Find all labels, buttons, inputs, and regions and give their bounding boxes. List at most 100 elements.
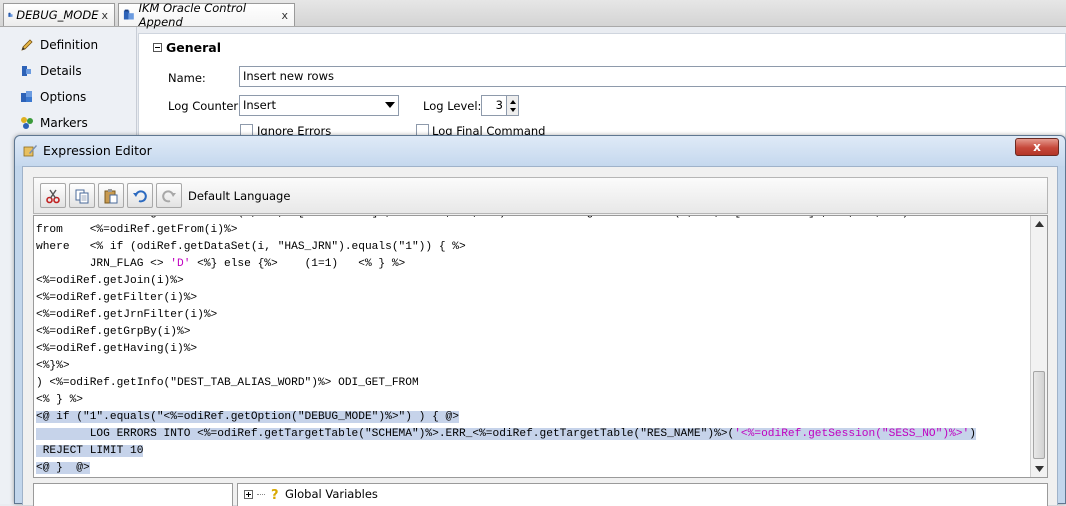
spin-up-icon[interactable] xyxy=(510,100,516,104)
code-text: <%=odiRef.getJoin(i)%> xyxy=(36,275,184,287)
tab-debug-mode[interactable]: DEBUG_MODE x xyxy=(3,3,115,26)
nav-item-details[interactable]: Details xyxy=(20,61,82,81)
puzzle-icon xyxy=(21,91,32,102)
variables-tree[interactable]: ? Global Variables xyxy=(237,483,1048,506)
code-text: REJECT LIMIT 10 xyxy=(36,445,144,457)
tab-close-icon[interactable]: x xyxy=(101,9,108,22)
nav-item-markers[interactable]: Markers xyxy=(20,113,88,133)
code-string-literal: 'D' xyxy=(170,258,191,270)
expression-editor-dialog: Expression Editor x Default Language fro… xyxy=(14,135,1066,506)
log-counter-value: Insert xyxy=(243,98,276,112)
code-line: <% } %> xyxy=(34,392,1029,409)
code-line: LOG ERRORS INTO <%=odiRef.getTargetTable… xyxy=(34,426,1029,443)
markers-icon xyxy=(21,117,33,129)
code-line: <%=odiRef.getJrnFilter(i)%> xyxy=(34,307,1029,324)
dialog-close-button[interactable]: x xyxy=(1015,138,1059,156)
name-label: Name: xyxy=(168,71,206,85)
code-line: from <%=odiRef.getFrom(i)%> xyxy=(34,222,1029,239)
code-lines: <%=odiRef.getFilterList(i, "", "[EXPRESS… xyxy=(34,216,1029,477)
log-counter-label: Log Counter: xyxy=(168,99,242,113)
tree-item-label: Global Variables xyxy=(285,487,378,501)
code-text: <@ } @> xyxy=(36,462,90,474)
dialog-titlebar[interactable]: Expression Editor x xyxy=(15,136,1065,166)
dialog-title: Expression Editor xyxy=(43,143,152,158)
name-field[interactable]: Insert new rows xyxy=(239,66,1066,87)
log-level-spinner[interactable] xyxy=(506,95,519,116)
code-text: <%}%> xyxy=(36,360,70,372)
tab-label: DEBUG_MODE xyxy=(16,8,99,22)
code-line: <%=odiRef.getJoin(i)%> xyxy=(34,273,1029,290)
expand-icon[interactable] xyxy=(244,489,253,499)
chevron-down-icon[interactable] xyxy=(385,102,395,108)
code-text: <%=odiRef.getJrnFilter(i)%> xyxy=(36,309,218,321)
nav-label: Options xyxy=(40,90,87,104)
expression-editor-icon xyxy=(23,145,37,157)
code-text: <% } %> xyxy=(36,394,83,406)
code-editor[interactable]: <%=odiRef.getFilterList(i, "", "[EXPRESS… xyxy=(33,215,1048,478)
log-level-label: Log Level: xyxy=(423,99,482,113)
code-text: <@ if ("1".equals("<%=odiRef.getOption("… xyxy=(36,411,459,423)
section-header[interactable]: General xyxy=(153,40,221,55)
puzzle-icon xyxy=(22,66,31,76)
code-text: where <% if (odiRef.getDataSet(i, "HAS_J… xyxy=(36,241,466,253)
code-text: from <%=odiRef.getFrom(i)%> xyxy=(36,224,238,236)
code-line: <%=odiRef.getGrpBy(i)%> xyxy=(34,324,1029,341)
scrollbar-thumb[interactable] xyxy=(1033,371,1045,459)
cut-button[interactable] xyxy=(40,183,66,208)
nav-item-definition[interactable]: Definition xyxy=(20,35,98,55)
nav-label: Definition xyxy=(40,38,99,52)
code-text: <%=odiRef.getFilterList(i, "", "[EXPRESS… xyxy=(36,216,922,219)
code-line: <%=odiRef.getHaving(i)%> xyxy=(34,341,1029,358)
editor-toolbar: Default Language xyxy=(33,177,1048,214)
functions-panel[interactable] xyxy=(33,483,233,506)
knowledge-module-icon xyxy=(123,9,134,20)
copy-button[interactable] xyxy=(69,183,95,208)
code-text: <%} else {%> (1=1) <% } %> xyxy=(190,258,406,270)
paste-button[interactable] xyxy=(98,183,124,208)
code-line: where <% if (odiRef.getDataSet(i, "HAS_J… xyxy=(34,239,1029,256)
svg-text:?: ? xyxy=(271,488,279,501)
code-line: <%=odiRef.getFilter(i)%> xyxy=(34,290,1029,307)
code-line: <%=odiRef.getFilterList(i, "", "[EXPRESS… xyxy=(34,216,1029,222)
editor-tab-bar: DEBUG_MODE x IKM Oracle Control Append x xyxy=(0,0,1066,29)
code-text: ) xyxy=(969,428,976,440)
copy-icon xyxy=(75,189,89,203)
spin-down-icon[interactable] xyxy=(510,108,516,112)
code-line: REJECT LIMIT 10 xyxy=(34,443,1029,460)
dialog-body: Default Language <%=odiRef.getFilterList… xyxy=(22,166,1058,506)
code-text: ) <%=odiRef.getInfo("DEST_TAB_ALIAS_WORD… xyxy=(36,377,419,389)
code-text: JRN_FLAG <> xyxy=(36,258,171,270)
pencil-icon xyxy=(21,39,33,51)
redo-button[interactable] xyxy=(156,183,182,208)
undo-icon xyxy=(133,189,147,202)
code-text: <%=odiRef.getFilter(i)%> xyxy=(36,292,198,304)
code-text: LOG ERRORS INTO <%=odiRef.getTargetTable… xyxy=(36,428,735,440)
vertical-scrollbar[interactable] xyxy=(1030,216,1047,477)
undo-button[interactable] xyxy=(127,183,153,208)
log-level-field[interactable]: 3 xyxy=(481,95,507,116)
tree-item-global-variables[interactable]: ? Global Variables xyxy=(244,487,378,501)
redo-icon xyxy=(162,189,176,202)
code-text: <%=odiRef.getGrpBy(i)%> xyxy=(36,326,191,338)
general-panel: General Name: Insert new rows Log Counte… xyxy=(138,33,1066,143)
procedure-icon xyxy=(8,12,13,17)
tree-connector xyxy=(257,493,265,495)
tab-ikm-oracle-control-append[interactable]: IKM Oracle Control Append x xyxy=(118,1,295,29)
nav-item-options[interactable]: Options xyxy=(20,87,86,107)
code-line: ) <%=odiRef.getInfo("DEST_TAB_ALIAS_WORD… xyxy=(34,375,1029,392)
paste-icon xyxy=(104,188,118,203)
tab-label: IKM Oracle Control Append xyxy=(138,1,247,29)
section-title: General xyxy=(166,40,221,55)
scissors-icon xyxy=(46,189,60,203)
code-line: <@ if ("1".equals("<%=odiRef.getOption("… xyxy=(34,409,1029,426)
scroll-down-icon[interactable] xyxy=(1031,461,1047,477)
tab-close-icon[interactable]: x xyxy=(281,9,288,22)
code-line: <@ } @> xyxy=(34,460,1029,477)
language-label: Default Language xyxy=(188,189,291,203)
log-counter-select[interactable]: Insert xyxy=(239,95,399,116)
variable-icon: ? xyxy=(271,488,279,501)
code-text: <%=odiRef.getHaving(i)%> xyxy=(36,343,198,355)
scroll-up-icon[interactable] xyxy=(1031,216,1047,232)
nav-label: Markers xyxy=(40,116,88,130)
collapse-icon[interactable] xyxy=(153,43,162,52)
